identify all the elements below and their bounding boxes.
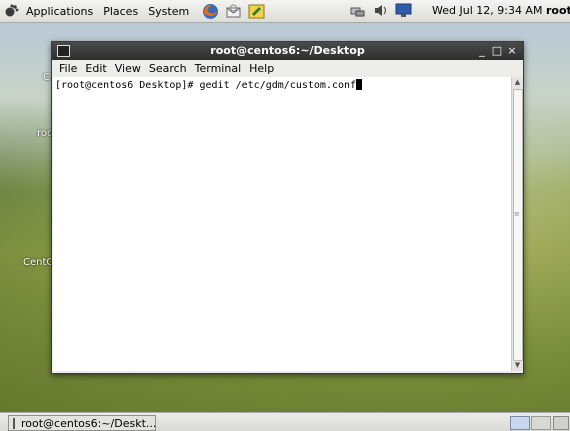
text-cursor: [356, 79, 363, 90]
close-button[interactable]: ×: [506, 44, 518, 57]
bottom-panel: root@centos6:~/Deskt...: [0, 412, 570, 431]
menu-view[interactable]: View: [111, 62, 145, 75]
menu-edit[interactable]: Edit: [81, 62, 110, 75]
display-icon[interactable]: [395, 2, 412, 19]
scroll-up-icon[interactable]: ▲: [512, 77, 523, 88]
menu-terminal[interactable]: Terminal: [191, 62, 246, 75]
menu-help[interactable]: Help: [245, 62, 278, 75]
window-menubar: File Edit View Search Terminal Help: [52, 60, 523, 78]
window-titlebar[interactable]: root@centos6:~/Desktop _ □ ×: [52, 42, 523, 60]
workspace-1[interactable]: [510, 416, 530, 430]
terminal-icon: [13, 417, 15, 429]
vertical-scrollbar[interactable]: ▲ ≡ ▼: [511, 77, 523, 371]
user-menu[interactable]: root: [546, 4, 570, 17]
system-menu[interactable]: System: [143, 5, 194, 18]
mail-icon[interactable]: [225, 3, 242, 20]
maximize-button[interactable]: □: [491, 44, 503, 57]
desktop-icon-label[interactable]: C: [43, 72, 50, 83]
clock[interactable]: Wed Jul 12, 9:34 AM: [432, 4, 542, 17]
window-title: root@centos6:~/Desktop: [210, 44, 365, 57]
notes-icon[interactable]: [248, 3, 265, 20]
taskbar-window-button[interactable]: root@centos6:~/Deskt...: [8, 415, 156, 431]
gnome-foot-icon[interactable]: [4, 3, 20, 19]
top-panel: Applications Places System Wed Jul 12, 9…: [0, 0, 570, 23]
menu-search[interactable]: Search: [145, 62, 191, 75]
desktop-icon-label[interactable]: CentO: [23, 257, 54, 268]
volume-icon[interactable]: [373, 2, 390, 19]
scroll-down-icon[interactable]: ▼: [512, 360, 523, 371]
taskbar-label: root@centos6:~/Deskt...: [21, 416, 157, 430]
trash-icon[interactable]: [553, 416, 569, 430]
minimize-button[interactable]: _: [476, 44, 488, 57]
menu-file[interactable]: File: [55, 62, 81, 75]
terminal-window: root@centos6:~/Desktop _ □ × File Edit V…: [51, 41, 524, 374]
places-menu[interactable]: Places: [98, 5, 143, 18]
applications-menu[interactable]: Applications: [21, 5, 98, 18]
firefox-icon[interactable]: [202, 3, 219, 20]
network-icon[interactable]: [349, 2, 366, 19]
scrollbar-thumb[interactable]: [513, 89, 523, 361]
terminal-command: gedit /etc/gdm/custom.conf: [199, 80, 357, 91]
workspace-2[interactable]: [531, 416, 551, 430]
terminal-area[interactable]: [root@centos6 Desktop]# gedit /etc/gdm/c…: [53, 77, 511, 371]
terminal-prompt: [root@centos6 Desktop]#: [55, 80, 200, 91]
terminal-line: [root@centos6 Desktop]# gedit /etc/gdm/c…: [55, 79, 363, 91]
grip-icon: ≡: [514, 210, 520, 218]
